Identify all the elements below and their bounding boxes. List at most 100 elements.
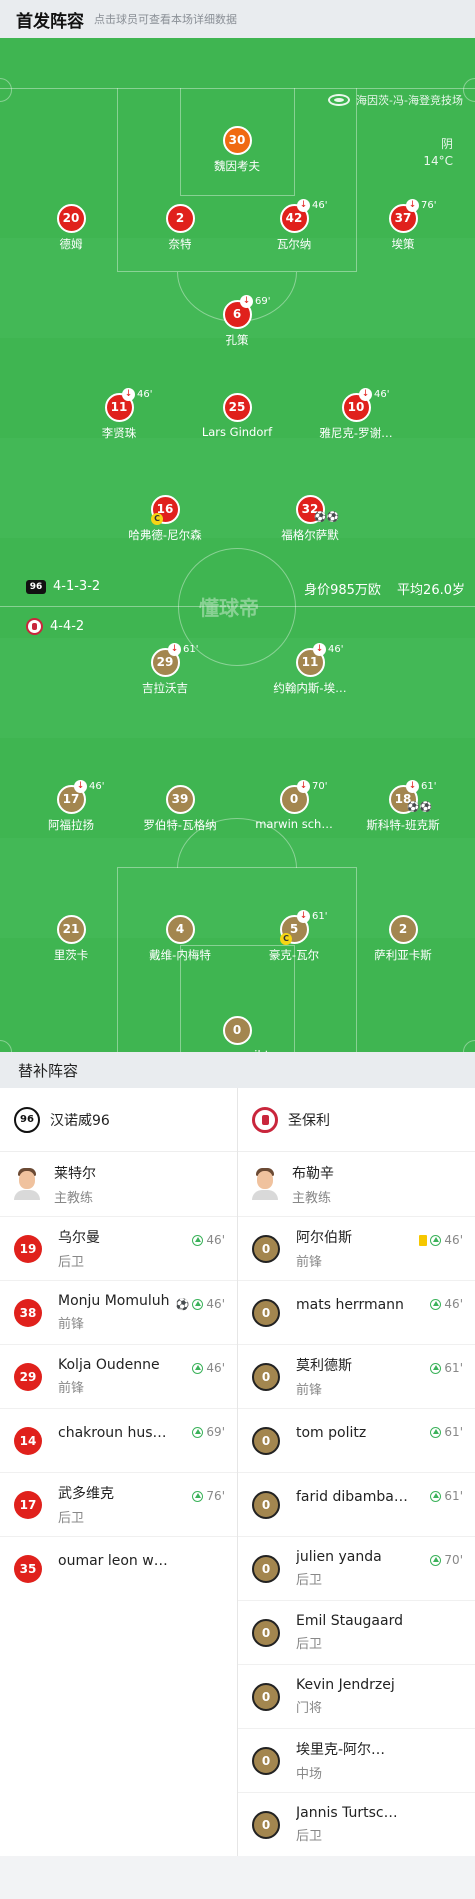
away-player[interactable]: 4 戴维-内梅特 bbox=[120, 915, 240, 963]
player-number: 0 bbox=[252, 1362, 280, 1391]
goals-ball-icon: ⚽⚽ bbox=[407, 802, 432, 813]
sub-player-row[interactable]: 19 乌尔曼 后卫 46' bbox=[0, 1216, 237, 1280]
sub-time: 46' bbox=[206, 1233, 225, 1247]
away-player[interactable]: 17 阿福拉扬 ↓ 46' bbox=[11, 780, 131, 833]
sub-time: 46' bbox=[444, 1297, 463, 1311]
player-name: 孔策 bbox=[225, 333, 249, 347]
sub-off-indicator: ↓ 69' bbox=[240, 295, 270, 308]
sub-on-arrow-icon bbox=[430, 1426, 442, 1438]
player-name: 里茨卡 bbox=[53, 948, 89, 962]
sub-arrow-icon: ↓ bbox=[406, 780, 419, 793]
sub-time: 46' bbox=[206, 1297, 225, 1311]
away-player[interactable]: 18 斯科特-班克斯 ↓ 61' ⚽⚽ bbox=[343, 780, 463, 833]
player-number: 0 bbox=[252, 1426, 280, 1455]
sub-player-row[interactable]: 0 Emil Staugaard 后卫 bbox=[238, 1600, 475, 1664]
weather-temp: 14°C bbox=[423, 154, 453, 168]
sub-player-row[interactable]: 14 chakroun hus… 69' bbox=[0, 1408, 237, 1472]
away-coach[interactable]: 布勒辛 主教练 bbox=[238, 1152, 475, 1216]
weather-condition: 阴 bbox=[440, 137, 453, 151]
away-player[interactable]: 0 ronny seibt bbox=[177, 1016, 297, 1052]
sub-time: 61' bbox=[444, 1425, 463, 1439]
player-name: Jannis Turtsc… bbox=[296, 1805, 398, 1821]
home-player[interactable]: 25 Lars Gindorf bbox=[177, 393, 297, 439]
away-player[interactable]: 29 吉拉沃吉 ↓ 61' bbox=[105, 643, 225, 696]
sub-player-row[interactable]: 17 武多维克 后卫 76' bbox=[0, 1472, 237, 1536]
player-name: julien yanda bbox=[296, 1549, 382, 1565]
sub-time: 46' bbox=[206, 1361, 225, 1375]
sub-on-arrow-icon bbox=[430, 1554, 442, 1566]
away-team-name: 圣保利 bbox=[288, 1112, 330, 1129]
sub-time: 76' bbox=[421, 200, 437, 211]
sub-arrow-icon: ↓ bbox=[297, 910, 310, 923]
subs-panel: 96 汉诺威96 莱特尔 主教练 19 乌尔曼 后卫 46' 38 Monju Momul… bbox=[0, 1088, 475, 1856]
player-position: 前锋 bbox=[58, 1317, 85, 1332]
away-subs-team: 圣保利 bbox=[238, 1088, 475, 1152]
average-age: 平均26.0岁 bbox=[397, 583, 465, 598]
home-subs-team: 96 汉诺威96 bbox=[0, 1088, 237, 1152]
player-number: 19 bbox=[14, 1234, 42, 1263]
home-player[interactable]: 20 德姆 bbox=[11, 204, 131, 252]
sub-player-row[interactable]: 0 julien yanda 后卫 70' bbox=[238, 1536, 475, 1600]
coach-role: 主教练 bbox=[292, 1190, 332, 1206]
sub-off-indicator: ↓ 46' bbox=[313, 643, 343, 656]
away-player[interactable]: 21 里茨卡 bbox=[11, 915, 131, 963]
team-value: 身价985万欧 bbox=[304, 583, 381, 598]
away-player[interactable]: 11 约翰内斯-埃… ↓ 46' bbox=[250, 643, 370, 696]
sub-on-arrow-icon bbox=[192, 1234, 204, 1246]
away-player[interactable]: 2 萨利亚卡斯 bbox=[343, 915, 463, 963]
player-name: 李贤珠 bbox=[101, 426, 137, 440]
coach-avatar bbox=[14, 1168, 40, 1200]
home-player[interactable]: 6 孔策 ↓ 69' bbox=[177, 295, 297, 348]
sub-player-row[interactable]: 0 Kevin Jendrzej 门将 bbox=[238, 1664, 475, 1728]
player-number: 20 bbox=[56, 204, 86, 233]
home-coach[interactable]: 莱特尔 主教练 bbox=[0, 1152, 237, 1216]
home-player[interactable]: 37 埃策 ↓ 76' bbox=[343, 199, 463, 252]
player-name: marwin sch… bbox=[255, 817, 333, 831]
coach-role: 主教练 bbox=[54, 1190, 94, 1206]
home-player[interactable]: 10 雅尼克-罗谢… ↓ 46' bbox=[296, 388, 416, 441]
sub-player-row[interactable]: 29 Kolja Oudenne 前锋 46' bbox=[0, 1344, 237, 1408]
goal-ball-icon: ⚽ bbox=[175, 1297, 190, 1311]
sub-player-row[interactable]: 0 tom politz 61' bbox=[238, 1408, 475, 1472]
captain-badge: C bbox=[280, 933, 292, 945]
home-player[interactable]: 42 瓦尔纳 ↓ 46' bbox=[234, 199, 354, 252]
sub-on-arrow-icon bbox=[192, 1490, 204, 1502]
player-position: 前锋 bbox=[58, 1381, 85, 1396]
sub-on-indicator: 70' bbox=[430, 1553, 463, 1567]
player-number: 2 bbox=[388, 915, 418, 944]
sub-player-row[interactable]: 35 oumar leon w… bbox=[0, 1536, 237, 1600]
home-player[interactable]: 11 李贤珠 ↓ 46' bbox=[59, 388, 179, 441]
sub-player-row[interactable]: 0 埃里克-阿尔… 中场 bbox=[238, 1728, 475, 1792]
home-player[interactable]: 16 哈弗德-尼尔森 C bbox=[105, 495, 225, 543]
sub-arrow-icon: ↓ bbox=[359, 388, 372, 401]
sub-time: 46' bbox=[374, 389, 390, 400]
home-player[interactable]: 32 福格尔萨默 ⚽⚽ bbox=[250, 495, 370, 543]
lineup-title: 首发阵容 bbox=[16, 11, 84, 32]
away-player[interactable]: 0 marwin sch… ↓ 70' bbox=[234, 780, 354, 831]
player-number: 4 bbox=[165, 915, 195, 944]
player-name: 埃策 bbox=[391, 237, 415, 251]
home-player[interactable]: 2 奈特 bbox=[120, 204, 240, 252]
sub-player-row[interactable]: 0 mats herrmann 46' bbox=[238, 1280, 475, 1344]
home-player[interactable]: 30 魏因考夫 bbox=[177, 126, 297, 174]
player-name: chakroun hus… bbox=[58, 1424, 167, 1441]
hannover-logo-icon: 96 bbox=[14, 1106, 40, 1133]
yellow-card-icon bbox=[419, 1234, 428, 1246]
sub-on-indicator: 61' bbox=[430, 1425, 463, 1439]
stadium-icon bbox=[328, 94, 351, 106]
sub-arrow-icon: ↓ bbox=[74, 780, 87, 793]
player-name: 哈弗德-尼尔森 bbox=[128, 528, 202, 542]
away-player[interactable]: 5 豪克-瓦尔 ↓ 61' C bbox=[234, 910, 354, 963]
sub-player-row[interactable]: 0 farid dibamba… 61' bbox=[238, 1472, 475, 1536]
sub-player-row[interactable]: 38 Monju Momuluh 前锋 ⚽ 46' bbox=[0, 1280, 237, 1344]
sub-player-row[interactable]: 0 阿尔伯斯 前锋 46' bbox=[238, 1216, 475, 1280]
sub-player-row[interactable]: 0 Jannis Turtsc… 后卫 bbox=[238, 1792, 475, 1856]
player-name: 阿福拉扬 bbox=[48, 818, 94, 832]
sub-on-indicator: 46' bbox=[192, 1361, 225, 1375]
player-name: farid dibamba… bbox=[296, 1488, 408, 1505]
away-player[interactable]: 39 罗伯特-瓦格纳 bbox=[120, 785, 240, 833]
player-number: 0 bbox=[252, 1618, 280, 1647]
sub-player-row[interactable]: 0 莫利德斯 前锋 61' bbox=[238, 1344, 475, 1408]
watermark: 懂球帝 bbox=[199, 596, 259, 620]
venue-label: 海因茨-冯-海登竞技场 bbox=[328, 92, 463, 108]
